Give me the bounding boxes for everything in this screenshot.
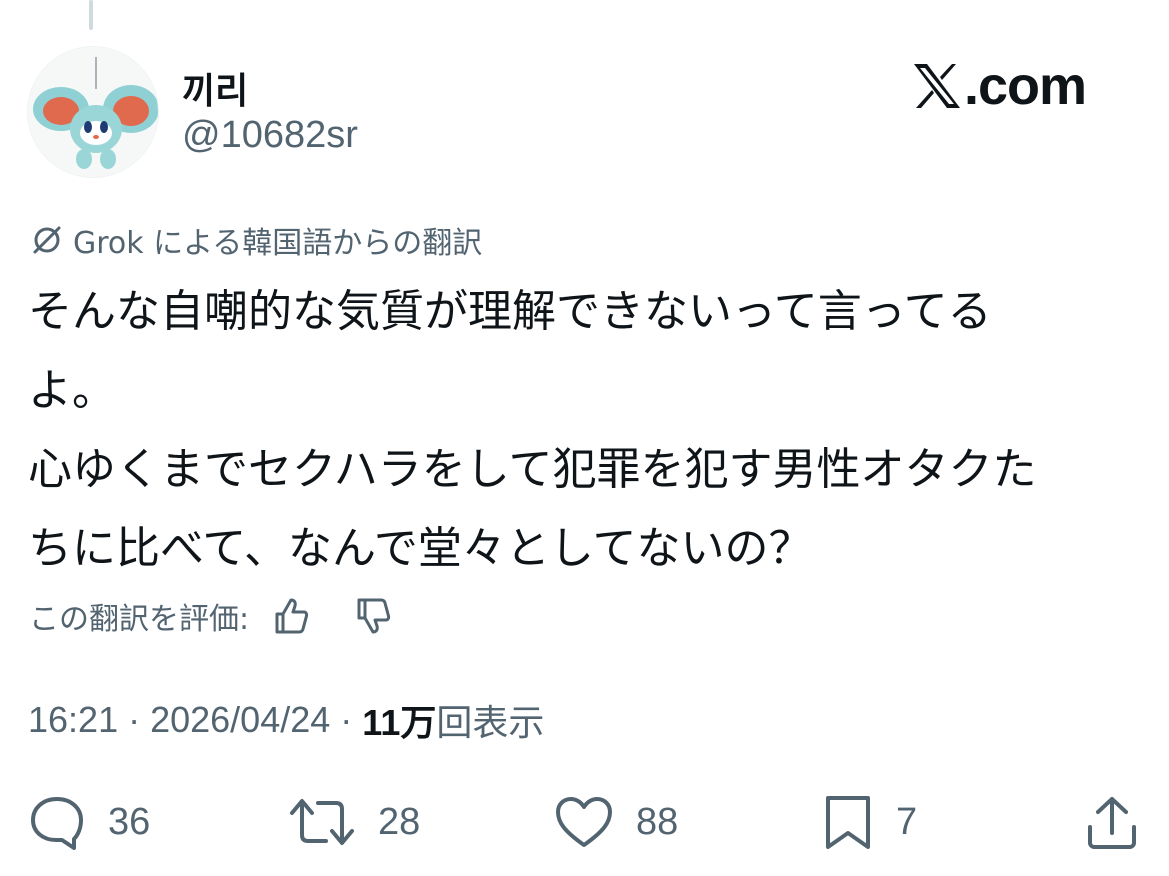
reply-count: 36 — [108, 800, 151, 843]
action-bar: 36 28 88 7 — [0, 790, 1169, 854]
tweet-time[interactable]: 16:21 — [28, 699, 118, 741]
tweet-text: そんな自嘲的な気質が理解できないって言ってる よ。 心ゆくまでセクハラをして犯罪… — [28, 286, 1037, 574]
bookmark-button[interactable]: 7 — [822, 790, 917, 854]
meta-separator: · — [340, 699, 353, 740]
translation-label: Grok による韓国語からの翻訳 — [73, 226, 483, 261]
views-count: 11万 — [362, 702, 437, 743]
repost-icon — [288, 793, 356, 851]
share-icon — [1084, 793, 1140, 851]
translate-slash-icon — [29, 222, 65, 258]
share-button[interactable] — [1084, 790, 1140, 854]
display-name[interactable]: 끼리 — [182, 62, 248, 114]
bookmark-count: 7 — [896, 800, 918, 843]
user-handle[interactable]: @10682sr — [182, 114, 358, 157]
thumbs-up-icon — [271, 596, 311, 636]
brand-domain: .com — [964, 56, 1087, 116]
repost-button[interactable]: 28 — [288, 790, 420, 854]
tweet-meta: 16:21 · 2026/04/24 · 11万 回表示 — [28, 696, 544, 744]
meta-separator: · — [128, 699, 141, 740]
repost-count: 28 — [378, 800, 421, 843]
thumbs-up-button[interactable] — [269, 594, 313, 638]
heart-icon — [554, 793, 614, 851]
thumbs-down-button[interactable] — [351, 594, 395, 638]
translation-rating: この翻訳を評価: — [29, 592, 395, 640]
rating-label: この翻訳を評価: — [29, 602, 250, 637]
plush-toy-avatar-icon — [28, 47, 158, 177]
avatar[interactable] — [27, 46, 159, 178]
tweet-date[interactable]: 2026/04/24 — [150, 699, 330, 741]
brand-logo: .com — [912, 56, 1087, 116]
reply-button[interactable]: 36 — [28, 790, 150, 854]
like-button[interactable]: 88 — [554, 790, 678, 854]
like-count: 88 — [636, 800, 679, 843]
x-logo-icon — [912, 62, 962, 110]
bookmark-icon — [822, 793, 874, 851]
thread-line — [89, 0, 93, 30]
reply-icon — [28, 793, 86, 851]
thumbs-down-icon — [353, 596, 393, 636]
views-label: 回表示 — [436, 702, 545, 743]
translation-note: Grok による韓国語からの翻訳 — [29, 220, 483, 261]
